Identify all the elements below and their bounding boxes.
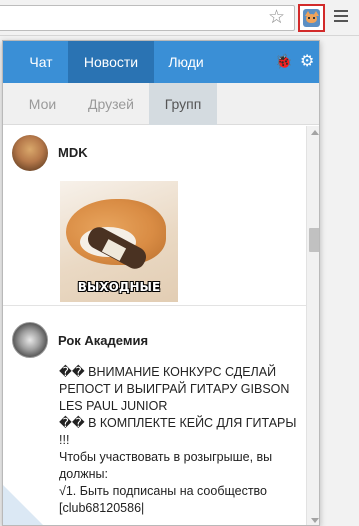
- feed-post: Рок Академия �� ВНИМАНИЕ КОНКУРС СДЕЛАЙ …: [3, 309, 306, 525]
- post-image[interactable]: ВЫХОДНЫЕ: [60, 181, 178, 302]
- image-caption: ВЫХОДНЫЕ: [77, 280, 161, 294]
- extension-popup: Чат Новости Люди 🐞 ⚙ Мои Друзей Групп MD…: [2, 40, 320, 526]
- star-icon[interactable]: ☆: [268, 7, 288, 27]
- post-text: �� ВНИМАНИЕ КОНКУРС СДЕЛАЙ РЕПОСТ И ВЫИГ…: [59, 365, 297, 515]
- feed-filter-tabs: Мои Друзей Групп: [3, 83, 319, 125]
- subtab-groups[interactable]: Групп: [149, 83, 217, 125]
- extension-button[interactable]: [298, 4, 325, 32]
- news-feed: MDK ВЫХОДНЫЕ Рок Академия �� ВНИМАНИЕ КО…: [3, 126, 306, 525]
- tab-chat[interactable]: Чат: [15, 41, 67, 83]
- feed-post: MDK ВЫХОДНЫЕ: [3, 126, 306, 306]
- tab-people[interactable]: Люди: [156, 41, 216, 83]
- subtab-mine[interactable]: Мои: [15, 83, 70, 125]
- subtab-friends[interactable]: Друзей: [77, 83, 145, 125]
- vk-dog-extension-icon: [303, 9, 320, 27]
- post-author[interactable]: Рок Академия: [58, 333, 148, 348]
- scroll-thumb[interactable]: [309, 228, 319, 252]
- main-tabs: Чат Новости Люди 🐞 ⚙: [3, 41, 319, 83]
- feed-scrollbar[interactable]: [306, 126, 319, 525]
- bug-icon[interactable]: 🐞: [275, 54, 292, 70]
- scroll-down-arrow-icon[interactable]: [311, 518, 319, 523]
- corner-decoration: [3, 485, 45, 525]
- hamburger-menu-icon[interactable]: [334, 10, 348, 24]
- avatar[interactable]: [12, 322, 48, 358]
- gear-icon[interactable]: ⚙: [300, 53, 316, 69]
- post-author[interactable]: MDK: [58, 145, 88, 160]
- avatar[interactable]: [12, 135, 48, 171]
- address-bar[interactable]: [0, 5, 295, 31]
- scroll-up-arrow-icon[interactable]: [311, 130, 319, 135]
- tab-news[interactable]: Новости: [68, 41, 154, 83]
- browser-toolbar: ☆: [0, 0, 359, 36]
